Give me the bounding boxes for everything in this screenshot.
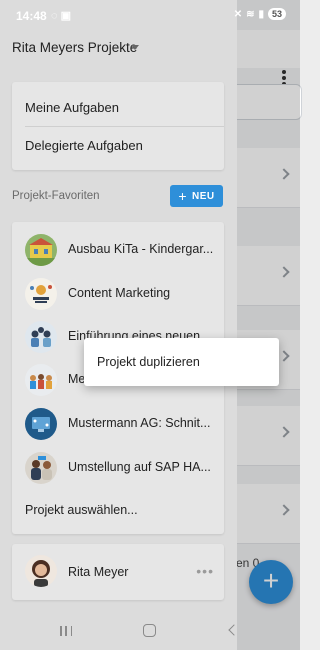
status-bar: 14:48 ◌ ▣ ✕ ≋ ▮ 53 — [0, 0, 300, 30]
blue-tech-icon — [25, 408, 57, 440]
project-item[interactable]: Content Marketing — [12, 274, 224, 314]
content-marketing-icon — [25, 278, 57, 310]
user-card[interactable]: Rita Meyer ••• — [12, 544, 224, 600]
delegated-tasks-item[interactable]: Delegierte Aufgaben — [25, 138, 143, 153]
workspace-selector[interactable]: Rita Meyers Projekte — [0, 30, 237, 68]
context-menu: Projekt duplizieren — [84, 338, 279, 386]
wifi-5g-icon: ≋ — [246, 8, 255, 20]
back-icon[interactable] — [228, 624, 240, 636]
project-name: Content Marketing — [68, 286, 171, 300]
notification-icons: ◌ ▣ — [51, 9, 71, 22]
select-project-link[interactable]: Projekt auswählen... — [25, 503, 138, 517]
project-item[interactable]: Umstellung auf SAP HA... — [12, 448, 224, 488]
kindergarten-building-icon — [25, 234, 57, 266]
navigation-drawer: Rita Meyers Projekte Meine Aufgaben Dele… — [0, 0, 237, 650]
favorites-section-label: Projekt-Favoriten — [12, 190, 100, 202]
duplicate-project-menu-item[interactable]: Projekt duplizieren — [97, 355, 200, 369]
project-item[interactable]: Mustermann AG: Schnit... — [12, 404, 224, 444]
project-name: Mustermann AG: Schnit... — [68, 416, 211, 430]
new-project-button[interactable]: + NEU — [170, 185, 223, 207]
project-name: Ausbau KiTa - Kindergar... — [68, 242, 214, 256]
mute-icon: ✕ — [233, 8, 243, 20]
recent-apps-icon[interactable] — [60, 626, 72, 636]
project-item[interactable]: Ausbau KiTa - Kindergar... — [12, 230, 224, 270]
tasks-card: Meine Aufgaben Delegierte Aufgaben — [12, 82, 224, 170]
home-icon[interactable] — [143, 624, 156, 637]
new-button-label: NEU — [192, 190, 215, 202]
user-name: Rita Meyer — [68, 565, 129, 579]
plus-icon: + — [178, 188, 188, 204]
sap-people-icon — [25, 452, 57, 484]
system-navigation-bar — [0, 612, 300, 650]
divider — [25, 126, 224, 127]
battery-indicator: 53 — [267, 8, 286, 20]
project-name: Umstellung auf SAP HA... — [68, 460, 211, 474]
status-time: 14:48 — [16, 9, 47, 23]
avatar — [25, 555, 57, 587]
my-tasks-item[interactable]: Meine Aufgaben — [25, 100, 119, 115]
screenshot-icon: ▣ — [60, 10, 72, 22]
whatsapp-icon: ◌ — [51, 10, 58, 22]
team-people-icon — [25, 321, 57, 353]
status-right-icons: ✕ ≋ ▮ 53 — [234, 8, 286, 20]
team-group-icon — [25, 364, 57, 396]
workspace-name: Rita Meyers Projekte — [12, 40, 138, 55]
caret-down-icon — [131, 45, 139, 50]
more-horizontal-icon[interactable]: ••• — [196, 563, 214, 579]
signal-icon: ▮ — [258, 8, 264, 20]
